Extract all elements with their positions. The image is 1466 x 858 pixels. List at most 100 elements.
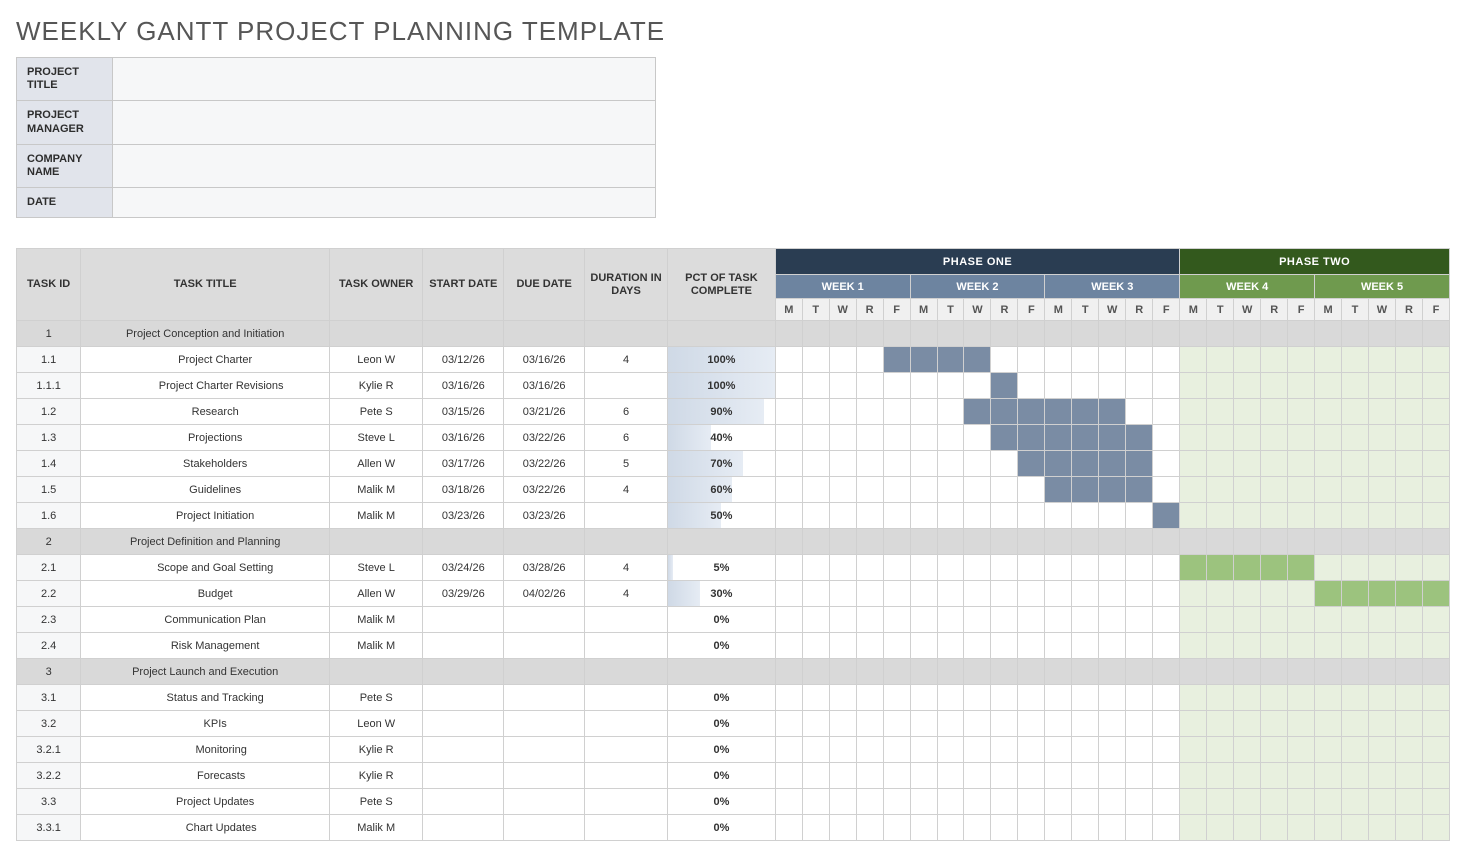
- cell-due-date[interactable]: [504, 711, 585, 737]
- cell-start-date[interactable]: [423, 685, 504, 711]
- cell-due-date[interactable]: 03/22/26: [504, 451, 585, 477]
- cell-task-owner[interactable]: Allen W: [330, 581, 423, 607]
- cell-duration[interactable]: [585, 633, 668, 659]
- cell-pct-complete[interactable]: 100%: [668, 347, 776, 373]
- meta-company-name-value[interactable]: [113, 144, 656, 187]
- cell-duration[interactable]: 4: [585, 477, 668, 503]
- cell-duration[interactable]: [585, 711, 668, 737]
- cell-due-date[interactable]: [504, 607, 585, 633]
- cell-task-owner[interactable]: [330, 659, 423, 685]
- cell-start-date[interactable]: 03/24/26: [423, 555, 504, 581]
- cell-start-date[interactable]: [423, 633, 504, 659]
- cell-due-date[interactable]: 03/22/26: [504, 425, 585, 451]
- cell-due-date[interactable]: [504, 321, 585, 347]
- cell-duration[interactable]: [585, 659, 668, 685]
- cell-due-date[interactable]: [504, 529, 585, 555]
- cell-duration[interactable]: [585, 685, 668, 711]
- cell-due-date[interactable]: 04/02/26: [504, 581, 585, 607]
- cell-task-title[interactable]: KPIs: [81, 711, 330, 737]
- cell-task-id[interactable]: 3.3.1: [17, 815, 81, 841]
- cell-pct-complete[interactable]: 0%: [668, 737, 776, 763]
- cell-task-title[interactable]: Communication Plan: [81, 607, 330, 633]
- cell-pct-complete[interactable]: 50%: [668, 503, 776, 529]
- cell-duration[interactable]: 4: [585, 581, 668, 607]
- cell-task-id[interactable]: 2.4: [17, 633, 81, 659]
- cell-due-date[interactable]: [504, 737, 585, 763]
- cell-pct-complete[interactable]: 0%: [668, 815, 776, 841]
- cell-start-date[interactable]: [423, 659, 504, 685]
- cell-due-date[interactable]: [504, 633, 585, 659]
- cell-task-id[interactable]: 1.1: [17, 347, 81, 373]
- cell-duration[interactable]: [585, 503, 668, 529]
- cell-duration[interactable]: [585, 529, 668, 555]
- cell-pct-complete[interactable]: [668, 321, 776, 347]
- cell-task-title[interactable]: Monitoring: [81, 737, 330, 763]
- cell-duration[interactable]: [585, 815, 668, 841]
- meta-project-manager-value[interactable]: [113, 101, 656, 144]
- cell-duration[interactable]: [585, 607, 668, 633]
- cell-start-date[interactable]: 03/29/26: [423, 581, 504, 607]
- cell-due-date[interactable]: [504, 659, 585, 685]
- cell-pct-complete[interactable]: 70%: [668, 451, 776, 477]
- cell-task-owner[interactable]: Malik M: [330, 633, 423, 659]
- cell-task-id[interactable]: 3.2.1: [17, 737, 81, 763]
- cell-pct-complete[interactable]: 90%: [668, 399, 776, 425]
- cell-task-owner[interactable]: Pete S: [330, 685, 423, 711]
- cell-due-date[interactable]: 03/28/26: [504, 555, 585, 581]
- cell-start-date[interactable]: [423, 789, 504, 815]
- cell-pct-complete[interactable]: 30%: [668, 581, 776, 607]
- cell-task-owner[interactable]: [330, 321, 423, 347]
- meta-project-title-value[interactable]: [113, 58, 656, 101]
- cell-pct-complete[interactable]: 100%: [668, 373, 776, 399]
- cell-pct-complete[interactable]: [668, 529, 776, 555]
- cell-task-id[interactable]: 3.2.2: [17, 763, 81, 789]
- meta-date-value[interactable]: [113, 188, 656, 218]
- cell-pct-complete[interactable]: 0%: [668, 763, 776, 789]
- cell-task-title[interactable]: Project Charter: [81, 347, 330, 373]
- cell-start-date[interactable]: [423, 607, 504, 633]
- cell-pct-complete[interactable]: 0%: [668, 607, 776, 633]
- cell-duration[interactable]: 5: [585, 451, 668, 477]
- cell-pct-complete[interactable]: 0%: [668, 633, 776, 659]
- cell-task-title[interactable]: Risk Management: [81, 633, 330, 659]
- cell-task-id[interactable]: 1.6: [17, 503, 81, 529]
- cell-start-date[interactable]: [423, 529, 504, 555]
- cell-task-id[interactable]: 2.1: [17, 555, 81, 581]
- cell-pct-complete[interactable]: 40%: [668, 425, 776, 451]
- cell-start-date[interactable]: [423, 737, 504, 763]
- cell-start-date[interactable]: 03/17/26: [423, 451, 504, 477]
- cell-task-title[interactable]: Projections: [81, 425, 330, 451]
- cell-due-date[interactable]: [504, 685, 585, 711]
- cell-due-date[interactable]: 03/21/26: [504, 399, 585, 425]
- cell-task-owner[interactable]: Pete S: [330, 399, 423, 425]
- cell-task-id[interactable]: 1.5: [17, 477, 81, 503]
- cell-duration[interactable]: 4: [585, 555, 668, 581]
- cell-duration[interactable]: 6: [585, 399, 668, 425]
- cell-pct-complete[interactable]: [668, 659, 776, 685]
- cell-task-title[interactable]: Status and Tracking: [81, 685, 330, 711]
- cell-duration[interactable]: 6: [585, 425, 668, 451]
- cell-task-id[interactable]: 3.1: [17, 685, 81, 711]
- cell-task-title[interactable]: Project Updates: [81, 789, 330, 815]
- cell-task-title[interactable]: Project Launch and Execution: [81, 659, 330, 685]
- cell-pct-complete[interactable]: 0%: [668, 685, 776, 711]
- cell-task-title[interactable]: Project Conception and Initiation: [81, 321, 330, 347]
- cell-duration[interactable]: 4: [585, 347, 668, 373]
- cell-task-owner[interactable]: Steve L: [330, 425, 423, 451]
- cell-task-id[interactable]: 3.3: [17, 789, 81, 815]
- cell-due-date[interactable]: [504, 789, 585, 815]
- cell-task-owner[interactable]: Kylie R: [330, 763, 423, 789]
- cell-task-id[interactable]: 1.3: [17, 425, 81, 451]
- cell-duration[interactable]: [585, 373, 668, 399]
- cell-start-date[interactable]: 03/18/26: [423, 477, 504, 503]
- cell-task-id[interactable]: 3: [17, 659, 81, 685]
- cell-start-date[interactable]: 03/16/26: [423, 373, 504, 399]
- cell-start-date[interactable]: 03/23/26: [423, 503, 504, 529]
- cell-due-date[interactable]: 03/22/26: [504, 477, 585, 503]
- cell-start-date[interactable]: [423, 711, 504, 737]
- cell-due-date[interactable]: 03/16/26: [504, 347, 585, 373]
- cell-task-owner[interactable]: [330, 529, 423, 555]
- cell-pct-complete[interactable]: 60%: [668, 477, 776, 503]
- cell-task-owner[interactable]: Malik M: [330, 607, 423, 633]
- cell-task-owner[interactable]: Steve L: [330, 555, 423, 581]
